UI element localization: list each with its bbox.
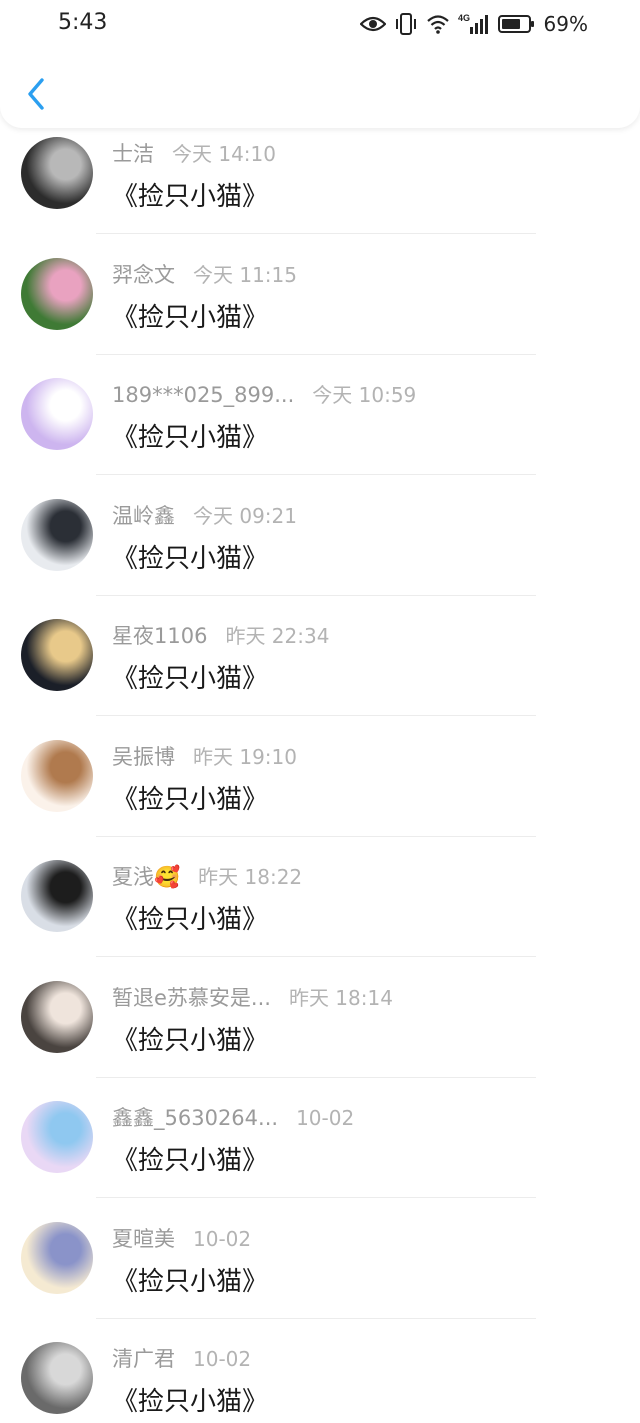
comment-list: 士洁 今天 14:10 《捡只小猫》 羿念文 今天 11:15 《捡只小猫》 189***0… xyxy=(0,124,640,1423)
user-name[interactable]: 夏浅🥰 xyxy=(112,861,180,891)
eye-icon xyxy=(359,15,386,33)
user-name[interactable]: 星夜1106 xyxy=(112,620,207,650)
divider xyxy=(96,835,536,837)
item-title: 《捡只小猫》 xyxy=(112,784,269,815)
user-name[interactable]: 鑫鑫_5630264... xyxy=(112,1102,278,1132)
divider xyxy=(96,233,536,234)
avatar[interactable] xyxy=(21,619,93,691)
timestamp: 昨天 19:10 xyxy=(193,744,297,769)
back-button[interactable] xyxy=(20,74,52,114)
avatar[interactable] xyxy=(21,739,93,812)
divider xyxy=(96,1197,536,1198)
item-title: 《捡只小猫》 xyxy=(112,664,269,694)
user-name[interactable]: 温岭鑫 xyxy=(112,500,175,530)
item-title: 《捡只小猫》 xyxy=(112,182,269,212)
app-header: 5:43 4G 69% xyxy=(0,0,640,128)
item-meta: 189***025_899... 今天 10:59 xyxy=(112,379,416,408)
item-title: 《捡只小猫》 xyxy=(112,302,269,333)
list-item[interactable]: 189***025_899... 今天 10:59 《捡只小猫》 xyxy=(0,365,640,486)
divider xyxy=(96,1317,536,1319)
avatar[interactable] xyxy=(21,498,93,571)
user-name[interactable]: 夏暄美 xyxy=(112,1223,175,1253)
avatar[interactable] xyxy=(21,1221,93,1294)
item-title: 《捡只小猫》 xyxy=(112,543,269,574)
list-item[interactable]: 吴振博 昨天 19:10 《捡只小猫》 xyxy=(0,727,640,848)
vibrate-icon xyxy=(394,13,418,35)
list-item[interactable]: 羿念文 今天 11:15 《捡只小猫》 xyxy=(0,245,640,366)
timestamp: 10-02 xyxy=(193,1226,252,1251)
user-name[interactable]: 189***025_899... xyxy=(112,383,294,407)
item-title: 《捡只小猫》 xyxy=(112,423,269,453)
status-icons: 4G 69% xyxy=(359,10,588,38)
divider xyxy=(96,1076,536,1078)
chevron-left-icon xyxy=(28,78,44,110)
item-meta: 吴振博 昨天 19:10 xyxy=(112,741,297,771)
list-item[interactable]: 温岭鑫 今天 09:21 《捡只小猫》 xyxy=(0,486,640,607)
timestamp: 10-02 xyxy=(296,1106,355,1130)
avatar[interactable] xyxy=(21,378,93,450)
avatar[interactable] xyxy=(21,1101,93,1173)
user-name[interactable]: 吴振博 xyxy=(112,741,175,771)
user-name[interactable]: 清广君 xyxy=(112,1343,175,1373)
list-item[interactable]: 清广君 10-02 《捡只小猫》 xyxy=(0,1329,640,1423)
timestamp: 昨天 18:22 xyxy=(198,865,303,889)
avatar[interactable] xyxy=(21,1342,93,1414)
divider xyxy=(96,956,536,957)
item-meta: 鑫鑫_5630264... 10-02 xyxy=(112,1102,354,1132)
avatar[interactable] xyxy=(21,860,93,932)
avatar[interactable] xyxy=(21,980,93,1053)
list-item[interactable]: 夏暄美 10-02 《捡只小猫》 xyxy=(0,1209,640,1330)
item-meta: 夏浅🥰 昨天 18:22 xyxy=(112,861,302,891)
item-title: 《捡只小猫》 xyxy=(112,1025,269,1056)
timestamp: 今天 14:10 xyxy=(172,142,276,166)
timestamp: 今天 09:21 xyxy=(193,503,297,528)
signal-icon: 4G xyxy=(458,12,490,36)
divider xyxy=(96,594,536,596)
list-item[interactable]: 暂退e苏慕安是... 昨天 18:14 《捡只小猫》 xyxy=(0,968,640,1089)
item-meta: 羿念文 今天 11:15 xyxy=(112,259,297,289)
user-name[interactable]: 羿念文 xyxy=(112,259,175,289)
user-name[interactable]: 士洁 xyxy=(112,138,154,168)
divider xyxy=(96,353,536,355)
list-item[interactable]: 夏浅🥰 昨天 18:22 《捡只小猫》 xyxy=(0,847,640,968)
item-meta: 星夜1106 昨天 22:34 xyxy=(112,620,329,650)
item-meta: 夏暄美 10-02 xyxy=(112,1223,251,1253)
item-meta: 温岭鑫 今天 09:21 xyxy=(112,500,297,530)
status-bar: 5:43 4G 69% xyxy=(0,0,640,48)
item-title: 《捡只小猫》 xyxy=(112,905,269,935)
divider xyxy=(96,474,536,475)
item-meta: 清广君 10-02 xyxy=(112,1343,251,1373)
divider xyxy=(96,715,536,716)
item-title: 《捡只小猫》 xyxy=(112,1387,269,1417)
timestamp: 今天 11:15 xyxy=(193,262,297,287)
avatar[interactable] xyxy=(21,137,93,209)
item-title: 《捡只小猫》 xyxy=(112,1146,269,1176)
avatar[interactable] xyxy=(21,257,93,330)
network-type-label: 4G xyxy=(458,13,470,23)
battery-icon xyxy=(497,14,536,34)
timestamp: 昨天 18:14 xyxy=(288,985,393,1010)
item-meta: 暂退e苏慕安是... 昨天 18:14 xyxy=(112,982,393,1012)
timestamp: 今天 10:59 xyxy=(312,383,417,407)
list-item[interactable]: 鑫鑫_5630264... 10-02 《捡只小猫》 xyxy=(0,1088,640,1209)
item-meta: 士洁 今天 14:10 xyxy=(112,138,276,168)
timestamp: 10-02 xyxy=(193,1347,252,1371)
battery-percent: 69% xyxy=(543,12,588,36)
wifi-icon xyxy=(426,14,450,34)
item-title: 《捡只小猫》 xyxy=(112,1266,269,1297)
list-item[interactable]: 士洁 今天 14:10 《捡只小猫》 xyxy=(0,124,640,245)
list-item[interactable]: 星夜1106 昨天 22:34 《捡只小猫》 xyxy=(0,606,640,727)
user-name[interactable]: 暂退e苏慕安是... xyxy=(112,982,271,1012)
status-time: 5:43 xyxy=(58,10,108,35)
timestamp: 昨天 22:34 xyxy=(225,624,330,648)
